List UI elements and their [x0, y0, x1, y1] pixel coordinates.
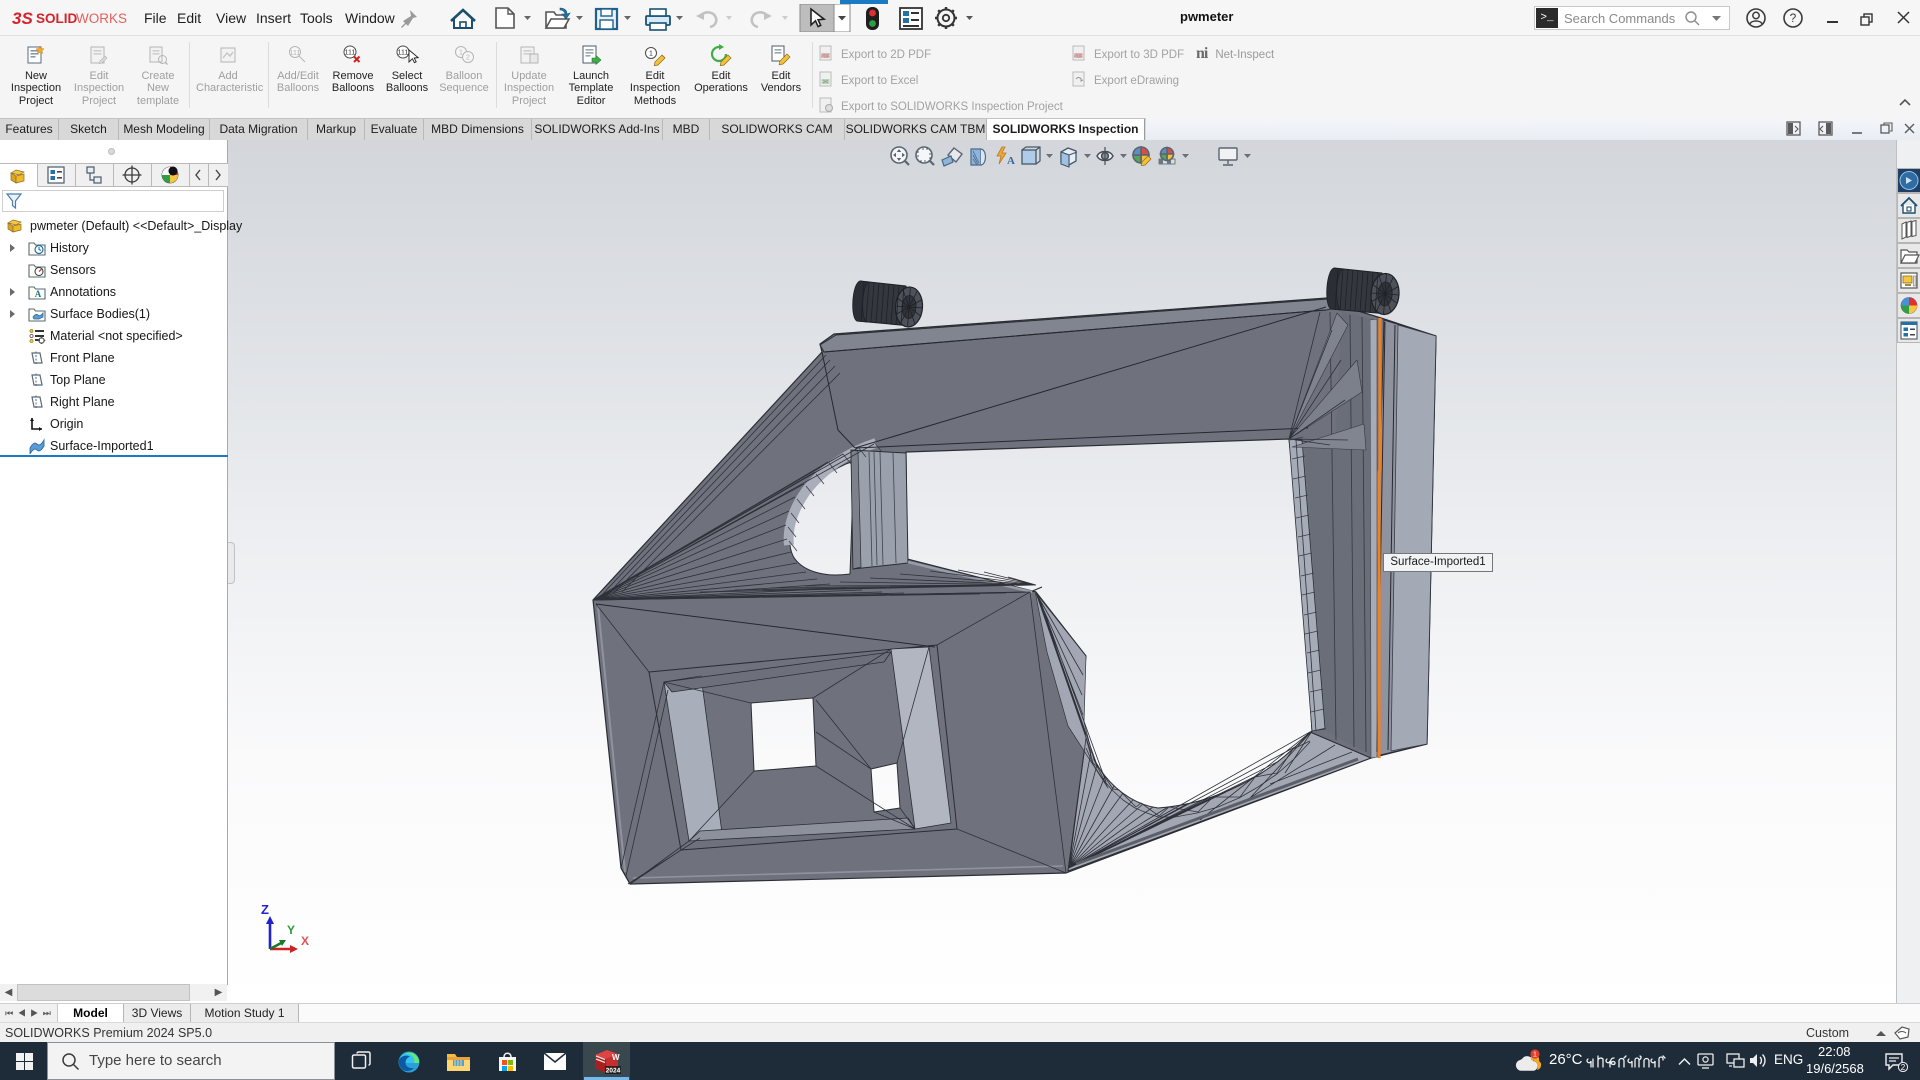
- svg-text:?: ?: [1790, 11, 1797, 25]
- svg-text:3S: 3S: [12, 9, 33, 28]
- svg-text:W: W: [612, 1053, 620, 1062]
- svg-text:PDF: PDF: [821, 53, 830, 58]
- svg-text:A: A: [35, 289, 42, 299]
- svg-text:2024: 2024: [606, 1068, 621, 1075]
- svg-text:111: 111: [290, 50, 301, 57]
- svg-text:A: A: [1007, 155, 1015, 167]
- svg-text:Y: Y: [287, 923, 295, 937]
- svg-text:SOLID: SOLID: [36, 11, 78, 26]
- svg-text:1: 1: [1533, 1052, 1537, 1059]
- svg-text:1: 1: [649, 51, 653, 58]
- svg-text:111: 111: [345, 50, 356, 57]
- svg-text:Z: Z: [261, 902, 269, 917]
- svg-text:X: X: [301, 934, 309, 948]
- svg-text:2: 2: [466, 55, 470, 62]
- svg-text:111: 111: [398, 50, 409, 57]
- svg-text:WORKS: WORKS: [76, 11, 127, 26]
- svg-text:PDF: PDF: [1074, 53, 1083, 58]
- svg-text:2: 2: [1901, 1063, 1906, 1072]
